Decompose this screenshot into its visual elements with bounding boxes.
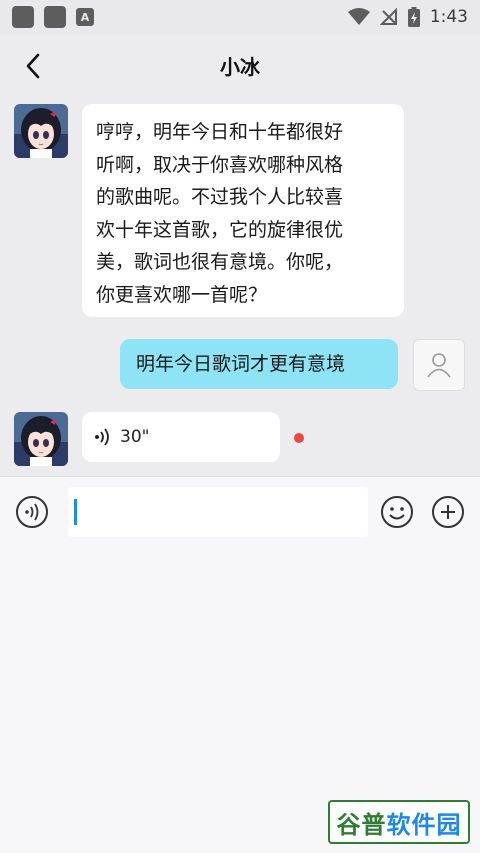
message-line: 你更喜欢哪一首呢？	[96, 283, 268, 306]
person-icon	[427, 353, 451, 378]
keyboard-notification-icon: A	[76, 8, 94, 26]
user-avatar[interactable]	[413, 339, 465, 391]
bot-message-bubble[interactable]: 哼哼，明年今日和十年都很好 听啊，取决于你喜欢哪种风格 的歌曲呢。不过我个人比较…	[82, 104, 404, 317]
back-button[interactable]	[18, 50, 50, 82]
input-bar	[0, 476, 480, 548]
user-message-bubble[interactable]: 明年今日歌词才更有意境	[120, 339, 398, 389]
message-line: 哼哼，明年今日和十年都很好	[96, 121, 344, 143]
voice-message-bubble[interactable]: 30"	[82, 412, 280, 462]
anime-girl-avatar-icon	[14, 412, 68, 466]
watermark-brand-suffix: 软件园	[386, 810, 462, 839]
voice-duration: 30"	[120, 427, 150, 447]
no-signal-icon	[379, 8, 397, 25]
clock: 1:43	[429, 7, 468, 27]
unread-dot	[294, 433, 304, 443]
message-line: 美，歌词也很有意境。你呢，	[96, 251, 344, 273]
sound-wave-icon	[95, 428, 109, 446]
more-button[interactable]	[431, 495, 465, 529]
voice-input-button[interactable]	[15, 495, 49, 529]
smiley-icon	[381, 496, 413, 528]
notification-icon	[12, 6, 34, 28]
wifi-icon	[347, 8, 370, 25]
notification-icon	[44, 6, 66, 28]
chevron-left-icon	[26, 53, 40, 79]
anime-girl-avatar-icon	[14, 104, 68, 158]
text-caret	[74, 499, 77, 525]
message-line: 听啊，取决于你喜欢哪种风格	[96, 153, 344, 176]
bot-avatar[interactable]	[14, 104, 68, 158]
message-line: 欢十年这首歌，它的旋律很优	[96, 218, 344, 241]
plus-icon	[432, 496, 464, 528]
watermark-logo: 谷普 软件园	[328, 800, 470, 844]
battery-charging-icon	[407, 7, 420, 27]
voice-input-icon	[16, 496, 48, 528]
status-bar: A 1:43	[0, 0, 480, 34]
emoji-button[interactable]	[380, 495, 414, 529]
bot-avatar[interactable]	[14, 412, 68, 466]
message-input[interactable]	[68, 487, 368, 537]
message-line: 的歌曲呢。不过我个人比较喜	[96, 186, 344, 208]
page-title: 小冰	[220, 54, 260, 79]
chat-header: 小冰	[0, 34, 480, 96]
chat-area[interactable]: 哼哼，明年今日和十年都很好 听啊，取决于你喜欢哪种风格 的歌曲呢。不过我个人比较…	[0, 96, 480, 476]
watermark-brand: 谷普	[336, 810, 387, 839]
